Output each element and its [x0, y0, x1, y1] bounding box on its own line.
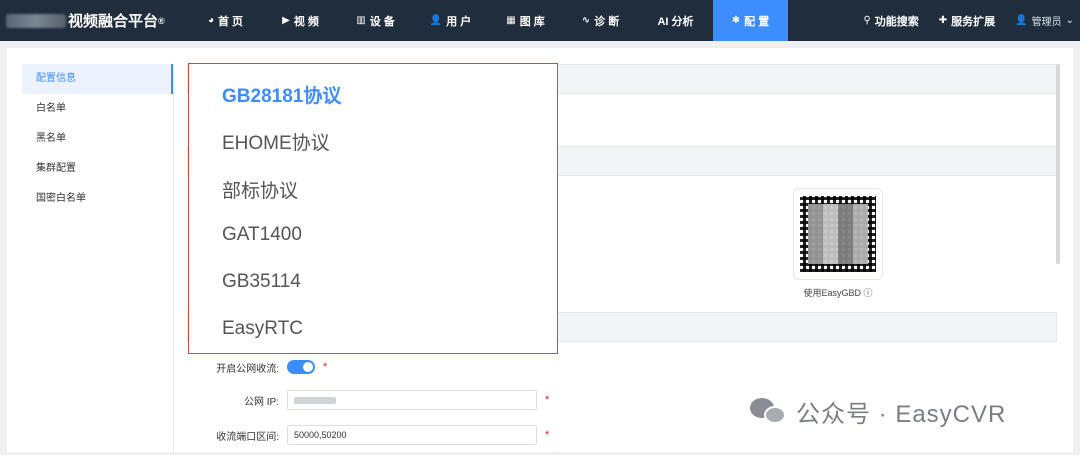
chevron-down-icon: ⌄	[1065, 14, 1074, 26]
port-range-input[interactable]: 50000,50200	[287, 425, 537, 445]
port-range-label: 收流端口区间:	[216, 431, 279, 443]
nav-home[interactable]: ◕ 首 页	[188, 0, 263, 41]
user-icon: 👤	[429, 14, 443, 26]
protocol-option-jt808[interactable]: 部标协议	[222, 176, 298, 203]
sidebar-item-config-info[interactable]: 配置信息	[22, 64, 173, 94]
puzzle-icon: ✚	[938, 14, 948, 26]
nav-home-label: 首 页	[217, 15, 244, 28]
nav-device[interactable]: ▥ 设 备	[338, 0, 413, 41]
main-nav: ◕ 首 页 ▶ 视 频 ▥ 设 备 👤 用 户 ▦ 图 库 ∿ 诊 断 AI 分…	[188, 0, 788, 41]
blurred-ip-value	[294, 396, 336, 404]
avatar-icon: 👤	[1015, 14, 1028, 26]
user-menu[interactable]: 👤 管理员 ⌄	[1005, 0, 1080, 41]
search-icon: ⚲	[863, 14, 871, 26]
required-mark: *	[323, 361, 328, 373]
nav-diagnosis-label: 诊 断	[594, 15, 620, 28]
protocol-option-gb35114[interactable]: GB35114	[222, 271, 301, 293]
protocol-option-easyrtc[interactable]: EasyRTC	[222, 318, 303, 340]
top-nav-bar: 视频融合平台 ® ◕ 首 页 ▶ 视 频 ▥ 设 备 👤 用 户 ▦ 图 库 ∿…	[0, 0, 1080, 41]
sidebar-item-whitelist[interactable]: 白名单	[22, 94, 173, 124]
feature-search-button[interactable]: ⚲ 功能搜索	[853, 0, 928, 41]
brand-registered-mark: ®	[158, 15, 165, 26]
device-grid-icon: ▥	[356, 14, 366, 26]
sidebar-item-cluster[interactable]: 集群配置	[22, 154, 173, 184]
nav-video-label: 视 频	[293, 15, 319, 28]
watermark-text: 公众号 · EasyCVR	[796, 400, 1007, 428]
wechat-watermark: 公众号 · EasyCVR	[750, 394, 1006, 428]
scrollbar-thumb[interactable]	[1056, 64, 1060, 264]
protocol-option-gb28181[interactable]: GB28181协议	[222, 81, 341, 108]
brand-prefix-blurred	[6, 13, 66, 28]
protocol-dropdown: GB28181协议 EHOME协议 部标协议 GAT1400 GB35114 E…	[188, 63, 558, 354]
play-circle-icon: ▶	[282, 14, 290, 26]
nav-ai-analysis-label: AI 分析	[657, 15, 694, 28]
form-row-public-ip: 公网 IP: *	[187, 389, 687, 411]
library-icon: ▦	[506, 14, 516, 26]
brand-title: 视频融合平台	[68, 13, 159, 30]
nav-ai-analysis[interactable]: AI 分析	[638, 0, 713, 41]
wechat-icon	[750, 396, 788, 426]
required-mark: *	[545, 394, 550, 406]
qr-caption: 使用EasyGBD ⓘ	[777, 286, 899, 299]
public-ip-label: 公网 IP:	[243, 396, 279, 408]
config-sidebar: 配置信息 白名单 黑名单 集群配置 国密白名单	[22, 64, 174, 454]
protocol-option-ehome[interactable]: EHOME协议	[222, 128, 330, 155]
nav-library[interactable]: ▦ 图 库	[488, 0, 563, 41]
info-icon[interactable]: ⓘ	[864, 288, 873, 298]
nav-config-label: 配 置	[744, 15, 770, 28]
nav-diagnosis[interactable]: ∿ 诊 断	[563, 0, 638, 41]
required-mark: *	[545, 429, 550, 441]
sidebar-item-blacklist[interactable]: 黑名单	[22, 124, 173, 154]
gear-icon: ✱	[731, 14, 741, 26]
nav-device-label: 设 备	[369, 15, 395, 28]
public-stream-label: 开启公网收流:	[216, 363, 279, 375]
pulse-icon: ∿	[581, 14, 591, 26]
dashboard-icon: ◕	[207, 14, 214, 26]
qr-caption-text: 使用EasyGBD	[803, 288, 861, 298]
sidebar-item-sm-whitelist[interactable]: 国密白名单	[22, 184, 173, 214]
nav-library-label: 图 库	[519, 15, 545, 28]
brand-logo[interactable]: 视频融合平台 ®	[0, 0, 188, 41]
feature-search-label: 功能搜索	[874, 15, 919, 28]
service-extension-button[interactable]: ✚ 服务扩展	[929, 0, 1005, 41]
form-row-port-range: 收流端口区间: 50000,50200 *	[187, 424, 687, 446]
nav-user[interactable]: 👤 用 户	[413, 0, 488, 41]
nav-config[interactable]: ✱ 配 置	[713, 0, 788, 41]
qr-code-image	[800, 196, 876, 272]
nav-video[interactable]: ▶ 视 频	[263, 0, 338, 41]
form-row-public-stream: 开启公网收流: *	[187, 356, 687, 378]
public-ip-input[interactable]	[287, 390, 537, 410]
nav-right-group: ⚲ 功能搜索 ✚ 服务扩展 👤 管理员 ⌄	[853, 0, 1080, 41]
user-name: 管理员	[1031, 17, 1062, 28]
service-extension-label: 服务扩展	[951, 15, 996, 28]
nav-user-label: 用 户	[446, 15, 472, 28]
protocol-option-gat1400[interactable]: GAT1400	[222, 224, 302, 246]
public-stream-toggle[interactable]	[287, 360, 315, 374]
qr-code-card	[793, 188, 883, 280]
